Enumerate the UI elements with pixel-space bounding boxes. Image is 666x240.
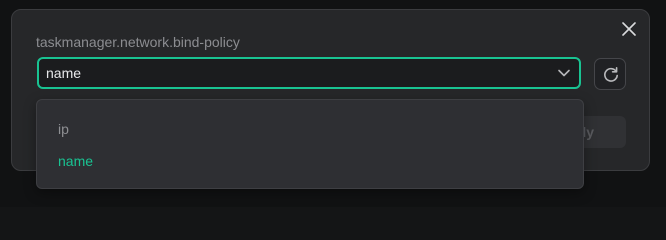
field-label: taskmanager.network.bind-policy <box>36 34 240 50</box>
chevron-down-icon <box>558 69 570 77</box>
reset-button[interactable] <box>594 58 626 90</box>
select-dropdown: ip name <box>36 99 584 189</box>
close-button[interactable] <box>620 20 638 38</box>
option-label: ip <box>58 121 69 137</box>
bind-policy-select[interactable]: name <box>37 57 581 89</box>
option-name[interactable]: name <box>37 146 583 176</box>
reset-icon <box>604 66 618 82</box>
close-icon <box>622 22 636 36</box>
option-ip[interactable]: ip <box>37 114 583 144</box>
select-value: name <box>46 65 82 81</box>
option-label: name <box>58 153 94 169</box>
